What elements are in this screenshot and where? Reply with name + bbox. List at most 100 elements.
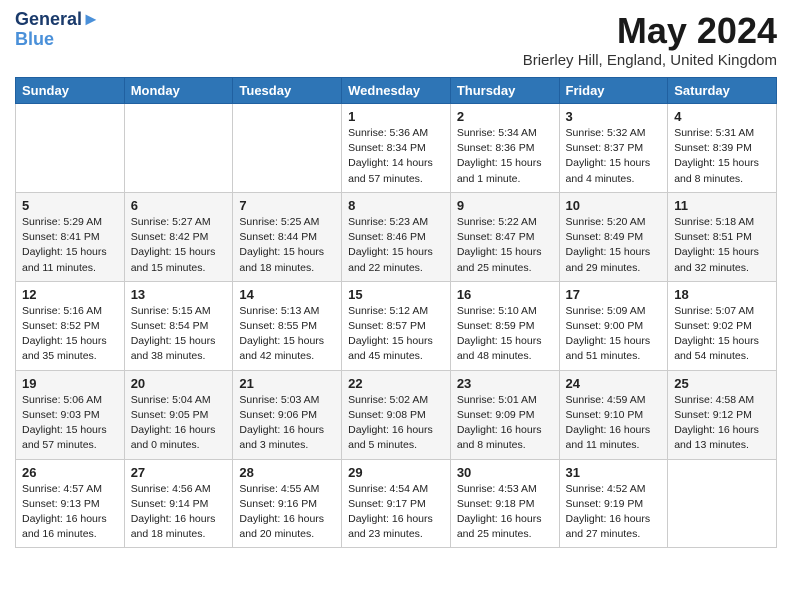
calendar-header-cell: Monday (124, 78, 233, 104)
day-number: 30 (457, 465, 553, 480)
day-info: Sunrise: 5:02 AM Sunset: 9:08 PM Dayligh… (348, 393, 444, 454)
day-number: 23 (457, 376, 553, 391)
day-number: 16 (457, 287, 553, 302)
calendar-day-cell: 22 Sunrise: 5:02 AM Sunset: 9:08 PM Dayli… (342, 370, 451, 459)
day-info: Sunrise: 5:27 AM Sunset: 8:42 PM Dayligh… (131, 215, 227, 276)
day-number: 25 (674, 376, 770, 391)
calendar-day-cell: 21 Sunrise: 5:03 AM Sunset: 9:06 PM Dayli… (233, 370, 342, 459)
day-info: Sunrise: 4:54 AM Sunset: 9:17 PM Dayligh… (348, 482, 444, 543)
day-info: Sunrise: 5:01 AM Sunset: 9:09 PM Dayligh… (457, 393, 553, 454)
day-info: Sunrise: 5:10 AM Sunset: 8:59 PM Dayligh… (457, 304, 553, 365)
calendar-day-cell: 15 Sunrise: 5:12 AM Sunset: 8:57 PM Dayli… (342, 281, 451, 370)
page-header: General►Blue May 2024 Brierley Hill, Eng… (15, 10, 777, 69)
day-number: 9 (457, 198, 553, 213)
calendar-week-row: 26 Sunrise: 4:57 AM Sunset: 9:13 PM Dayli… (16, 459, 777, 548)
calendar-day-cell: 1 Sunrise: 5:36 AM Sunset: 8:34 PM Daylig… (342, 104, 451, 193)
day-info: Sunrise: 5:29 AM Sunset: 8:41 PM Dayligh… (22, 215, 118, 276)
day-info: Sunrise: 5:34 AM Sunset: 8:36 PM Dayligh… (457, 126, 553, 187)
day-info: Sunrise: 5:23 AM Sunset: 8:46 PM Dayligh… (348, 215, 444, 276)
day-number: 29 (348, 465, 444, 480)
day-number: 4 (674, 109, 770, 124)
day-number: 12 (22, 287, 118, 302)
day-number: 22 (348, 376, 444, 391)
calendar-header-cell: Tuesday (233, 78, 342, 104)
day-info: Sunrise: 4:57 AM Sunset: 9:13 PM Dayligh… (22, 482, 118, 543)
day-number: 17 (566, 287, 662, 302)
day-info: Sunrise: 4:58 AM Sunset: 9:12 PM Dayligh… (674, 393, 770, 454)
day-info: Sunrise: 5:13 AM Sunset: 8:55 PM Dayligh… (239, 304, 335, 365)
day-info: Sunrise: 5:25 AM Sunset: 8:44 PM Dayligh… (239, 215, 335, 276)
day-info: Sunrise: 5:15 AM Sunset: 8:54 PM Dayligh… (131, 304, 227, 365)
day-info: Sunrise: 5:07 AM Sunset: 9:02 PM Dayligh… (674, 304, 770, 365)
calendar-header-cell: Thursday (450, 78, 559, 104)
calendar-day-cell: 13 Sunrise: 5:15 AM Sunset: 8:54 PM Dayli… (124, 281, 233, 370)
calendar-header-row: SundayMondayTuesdayWednesdayThursdayFrid… (16, 78, 777, 104)
day-info: Sunrise: 5:03 AM Sunset: 9:06 PM Dayligh… (239, 393, 335, 454)
day-number: 1 (348, 109, 444, 124)
calendar-day-cell: 26 Sunrise: 4:57 AM Sunset: 9:13 PM Dayli… (16, 459, 125, 548)
day-info: Sunrise: 5:18 AM Sunset: 8:51 PM Dayligh… (674, 215, 770, 276)
day-number: 13 (131, 287, 227, 302)
title-area: May 2024 Brierley Hill, England, United … (523, 10, 777, 69)
calendar-day-cell: 10Sunrise: 5:20 AM Sunset: 8:49 PM Dayli… (559, 192, 668, 281)
day-info: Sunrise: 5:09 AM Sunset: 9:00 PM Dayligh… (566, 304, 662, 365)
day-number: 24 (566, 376, 662, 391)
day-number: 27 (131, 465, 227, 480)
day-info: Sunrise: 4:59 AM Sunset: 9:10 PM Dayligh… (566, 393, 662, 454)
day-number: 18 (674, 287, 770, 302)
calendar-header-cell: Wednesday (342, 78, 451, 104)
day-number: 14 (239, 287, 335, 302)
calendar-day-cell: 7 Sunrise: 5:25 AM Sunset: 8:44 PM Daylig… (233, 192, 342, 281)
day-info: Sunrise: 4:56 AM Sunset: 9:14 PM Dayligh… (131, 482, 227, 543)
calendar-day-cell (16, 104, 125, 193)
calendar-day-cell: 12 Sunrise: 5:16 AM Sunset: 8:52 PM Dayli… (16, 281, 125, 370)
calendar-day-cell: 5 Sunrise: 5:29 AM Sunset: 8:41 PM Daylig… (16, 192, 125, 281)
calendar-day-cell: 11 Sunrise: 5:18 AM Sunset: 8:51 PM Dayli… (668, 192, 777, 281)
location-title: Brierley Hill, England, United Kingdom (523, 52, 777, 69)
day-number: 2 (457, 109, 553, 124)
day-info: Sunrise: 4:53 AM Sunset: 9:18 PM Dayligh… (457, 482, 553, 543)
day-number: 5 (22, 198, 118, 213)
day-number: 11 (674, 198, 770, 213)
calendar-day-cell: 29 Sunrise: 4:54 AM Sunset: 9:17 PM Dayli… (342, 459, 451, 548)
day-number: 20 (131, 376, 227, 391)
calendar-day-cell (124, 104, 233, 193)
day-info: Sunrise: 5:36 AM Sunset: 8:34 PM Dayligh… (348, 126, 444, 187)
day-number: 31 (566, 465, 662, 480)
calendar-day-cell: 24 Sunrise: 4:59 AM Sunset: 9:10 PM Dayli… (559, 370, 668, 459)
calendar-day-cell: 30 Sunrise: 4:53 AM Sunset: 9:18 PM Dayli… (450, 459, 559, 548)
calendar-day-cell: 23 Sunrise: 5:01 AM Sunset: 9:09 PM Dayli… (450, 370, 559, 459)
calendar-day-cell (668, 459, 777, 548)
day-info: Sunrise: 5:32 AM Sunset: 8:37 PM Dayligh… (566, 126, 662, 187)
calendar-day-cell: 16 Sunrise: 5:10 AM Sunset: 8:59 PM Dayli… (450, 281, 559, 370)
day-number: 21 (239, 376, 335, 391)
calendar-week-row: 1 Sunrise: 5:36 AM Sunset: 8:34 PM Daylig… (16, 104, 777, 193)
calendar-day-cell: 31Sunrise: 4:52 AM Sunset: 9:19 PM Dayli… (559, 459, 668, 548)
calendar-day-cell: 19 Sunrise: 5:06 AM Sunset: 9:03 PM Dayli… (16, 370, 125, 459)
calendar-table: SundayMondayTuesdayWednesdayThursdayFrid… (15, 77, 777, 548)
day-number: 10 (566, 198, 662, 213)
day-info: Sunrise: 4:55 AM Sunset: 9:16 PM Dayligh… (239, 482, 335, 543)
day-info: Sunrise: 5:06 AM Sunset: 9:03 PM Dayligh… (22, 393, 118, 454)
calendar-day-cell: 28 Sunrise: 4:55 AM Sunset: 9:16 PM Dayli… (233, 459, 342, 548)
calendar-day-cell: 25 Sunrise: 4:58 AM Sunset: 9:12 PM Dayli… (668, 370, 777, 459)
day-number: 15 (348, 287, 444, 302)
day-number: 7 (239, 198, 335, 213)
calendar-day-cell: 4Sunrise: 5:31 AM Sunset: 8:39 PM Daylig… (668, 104, 777, 193)
logo: General►Blue (15, 10, 100, 50)
day-number: 28 (239, 465, 335, 480)
calendar-header-cell: Friday (559, 78, 668, 104)
calendar-day-cell: 2 Sunrise: 5:34 AM Sunset: 8:36 PM Daylig… (450, 104, 559, 193)
calendar-day-cell: 27 Sunrise: 4:56 AM Sunset: 9:14 PM Dayli… (124, 459, 233, 548)
day-info: Sunrise: 5:12 AM Sunset: 8:57 PM Dayligh… (348, 304, 444, 365)
day-number: 8 (348, 198, 444, 213)
calendar-week-row: 5 Sunrise: 5:29 AM Sunset: 8:41 PM Daylig… (16, 192, 777, 281)
calendar-body: 1 Sunrise: 5:36 AM Sunset: 8:34 PM Daylig… (16, 104, 777, 548)
day-number: 19 (22, 376, 118, 391)
day-number: 26 (22, 465, 118, 480)
day-number: 6 (131, 198, 227, 213)
day-info: Sunrise: 5:16 AM Sunset: 8:52 PM Dayligh… (22, 304, 118, 365)
calendar-week-row: 19 Sunrise: 5:06 AM Sunset: 9:03 PM Dayli… (16, 370, 777, 459)
calendar-week-row: 12 Sunrise: 5:16 AM Sunset: 8:52 PM Dayli… (16, 281, 777, 370)
calendar-day-cell: 9Sunrise: 5:22 AM Sunset: 8:47 PM Daylig… (450, 192, 559, 281)
